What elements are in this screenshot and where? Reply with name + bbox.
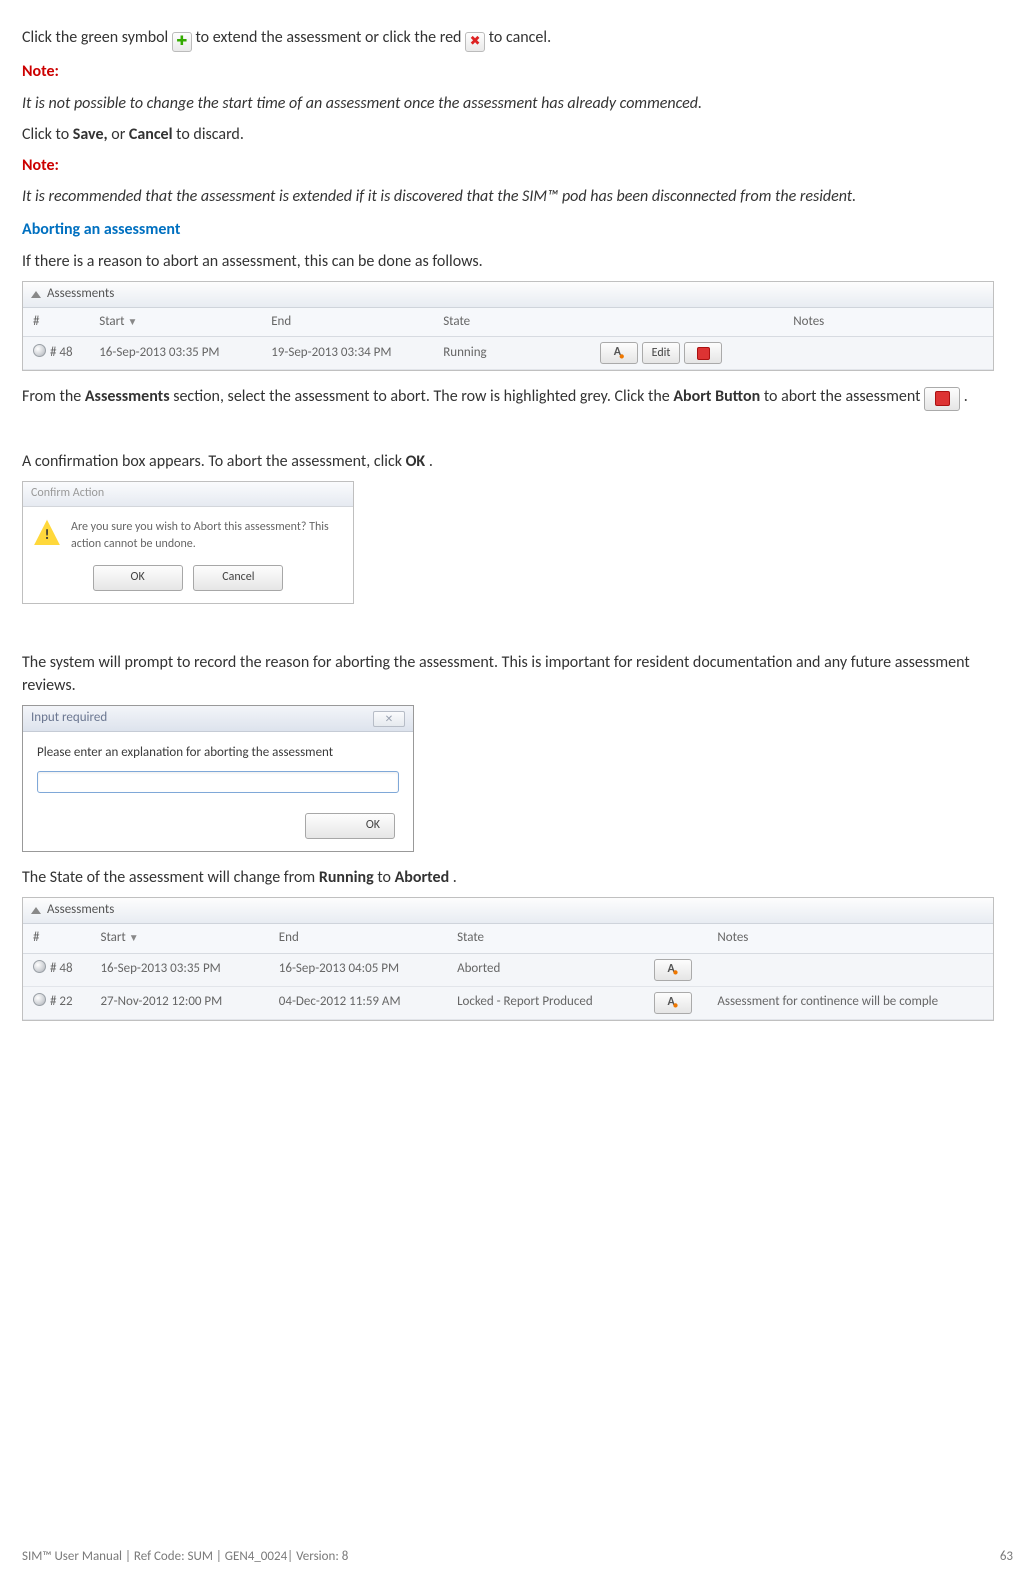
input-required-dialog: Input required ✕ Please enter an explana… <box>22 705 414 851</box>
edit-button[interactable]: Edit <box>642 342 680 364</box>
dialog-title: Input required <box>31 709 107 728</box>
reason-paragraph: The system will prompt to record the rea… <box>22 651 1013 697</box>
table-row[interactable]: # 48 16-Sep-2013 03:35 PM 16-Sep-2013 04… <box>23 953 993 986</box>
abort-instruction: From the Assessments section, select the… <box>22 385 1013 411</box>
row-action-button[interactable]: A● <box>654 959 692 981</box>
footer-left: SIM™ User Manual | Ref Code: SUM | GEN4_… <box>22 1548 348 1567</box>
col-start[interactable]: Start▼ <box>90 924 268 953</box>
col-end[interactable]: End <box>261 308 433 337</box>
chevron-up-icon <box>31 907 41 914</box>
aborting-heading: Aborting an assessment <box>22 218 1013 241</box>
assessments-panel-running: Assessments # Start▼ End State Notes # 4… <box>22 281 994 372</box>
table-row[interactable]: # 22 27-Nov-2012 12:00 PM 04-Dec-2012 11… <box>23 986 993 1019</box>
sort-desc-icon: ▼ <box>129 931 139 944</box>
col-actions <box>590 308 783 337</box>
col-notes[interactable]: Notes <box>783 308 993 337</box>
dialog-title: Confirm Action <box>23 482 353 506</box>
note-label-2: Note: <box>22 154 1013 177</box>
confirm-action-dialog: Confirm Action Are you sure you wish to … <box>22 481 354 604</box>
panel-header[interactable]: Assessments <box>23 282 993 308</box>
warning-icon <box>33 519 61 547</box>
extend-cancel-line: Click the green symbol ✚ to extend the a… <box>22 26 1013 52</box>
note-1-text: It is not possible to change the start t… <box>22 92 1013 115</box>
panel-header[interactable]: Assessments <box>23 898 993 924</box>
col-number[interactable]: # <box>23 924 90 953</box>
table-row[interactable]: # 48 16-Sep-2013 03:35 PM 19-Sep-2013 03… <box>23 337 993 370</box>
state-change-line: The State of the assessment will change … <box>22 866 1013 889</box>
abort-button-inline[interactable] <box>924 387 960 411</box>
panel-title: Assessments <box>47 285 114 304</box>
table-header-row: # Start▼ End State Notes <box>23 924 993 953</box>
col-number[interactable]: # <box>23 308 89 337</box>
abort-intro: If there is a reason to abort an assessm… <box>22 250 1013 273</box>
ok-button[interactable]: OK <box>305 813 395 838</box>
abort-button[interactable] <box>684 342 722 364</box>
confirm-intro: A confirmation box appears. To abort the… <box>22 450 1013 473</box>
cancel-red-icon: ✖ <box>465 32 485 52</box>
row-status-icon <box>33 344 46 357</box>
chevron-up-icon <box>31 291 41 298</box>
cancel-button[interactable]: Cancel <box>193 565 283 590</box>
note-label-1: Note: <box>22 60 1013 83</box>
table-header-row: # Start▼ End State Notes <box>23 308 993 337</box>
ok-button[interactable]: OK <box>93 565 183 590</box>
save-cancel-line: Click to Save, or Cancel to discard. <box>22 123 1013 146</box>
dialog-message: Are you sure you wish to Abort this asse… <box>71 519 343 554</box>
note-2-text: It is recommended that the assessment is… <box>22 185 1013 208</box>
sort-desc-icon: ▼ <box>128 315 138 328</box>
page-number: 63 <box>1000 1548 1013 1567</box>
col-end[interactable]: End <box>269 924 447 953</box>
assessments-panel-aborted: Assessments # Start▼ End State Notes # 4… <box>22 897 994 1021</box>
abort-reason-input[interactable] <box>37 771 399 793</box>
dialog-prompt: Please enter an explanation for aborting… <box>37 744 399 763</box>
row-status-icon <box>33 993 46 1006</box>
page-footer: SIM™ User Manual | Ref Code: SUM | GEN4_… <box>22 1548 1013 1567</box>
col-start[interactable]: Start▼ <box>89 308 261 337</box>
row-action-button[interactable]: A● <box>600 342 638 364</box>
row-action-button[interactable]: A● <box>654 992 692 1014</box>
close-icon[interactable]: ✕ <box>373 711 405 727</box>
panel-title: Assessments <box>47 901 114 920</box>
col-notes[interactable]: Notes <box>707 924 993 953</box>
plus-green-icon: ✚ <box>172 32 192 52</box>
col-state[interactable]: State <box>447 924 644 953</box>
col-actions <box>644 924 708 953</box>
row-status-icon <box>33 960 46 973</box>
col-state[interactable]: State <box>433 308 590 337</box>
